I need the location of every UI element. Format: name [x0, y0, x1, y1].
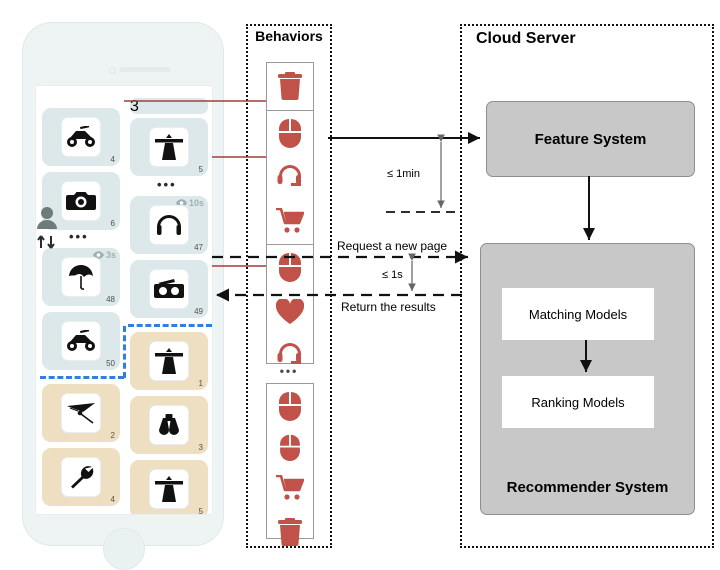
tile-number: 48 — [106, 295, 115, 304]
tile-number: 3 — [198, 443, 203, 452]
feed-ellipsis-right: ••• — [157, 177, 177, 192]
tile-number: 4 — [110, 155, 115, 164]
radio-icon — [149, 269, 189, 309]
feature-system-block[interactable]: Feature System — [486, 101, 695, 177]
feed-tile-quadbike-50[interactable]: 50 — [42, 312, 120, 370]
headset-icon — [267, 155, 313, 199]
feed-tile-lighthouse-1[interactable]: 1 — [130, 332, 208, 390]
feed-tile-wrench-4[interactable]: 4 — [42, 448, 120, 506]
camera-icon — [61, 181, 101, 221]
matching-models-block[interactable]: Matching Models — [502, 288, 654, 340]
tile-number: 6 — [110, 219, 115, 228]
behavior-group-2[interactable] — [266, 110, 314, 246]
feed-tile-radio-49[interactable]: 49 — [130, 260, 208, 318]
response-label: Return the results — [341, 300, 436, 314]
phone-mockup: 3 4 6 ••• 3s 48 50 2 4 5 ••• 10s 47 49 1… — [22, 22, 224, 570]
lighthouse-icon — [149, 127, 189, 167]
quad-bike-icon — [61, 117, 101, 157]
request-label: Request a new page — [337, 239, 448, 253]
tile-number: 5 — [198, 507, 203, 515]
shopping-cart-icon — [267, 199, 313, 243]
behavior-group-4[interactable] — [266, 383, 314, 546]
phone-screen[interactable]: 3 4 6 ••• 3s 48 50 2 4 5 ••• 10s 47 49 1… — [35, 85, 213, 515]
ranking-models-block[interactable]: Ranking Models — [502, 376, 654, 428]
hang-glider-icon — [61, 393, 101, 433]
feed-tile-partial[interactable]: 3 — [130, 98, 208, 115]
tile-number: 1 — [198, 379, 203, 388]
lighthouse-icon — [149, 469, 189, 509]
page-separator-vertical — [123, 326, 126, 378]
page-separator-left — [40, 376, 124, 379]
mouse-click-icon — [267, 245, 313, 289]
feed-tile-lighthouse-5[interactable]: 5 — [130, 118, 208, 176]
tile-number: 2 — [110, 431, 115, 440]
umbrella-icon — [61, 257, 101, 297]
cloud-server-title: Cloud Server — [476, 30, 576, 47]
heart-icon — [267, 289, 313, 333]
view-duration-text: 10s — [188, 198, 204, 208]
tile-number: 49 — [194, 307, 203, 316]
tile-number: 47 — [194, 243, 203, 252]
headphones-icon — [149, 205, 189, 245]
behavior-group-1[interactable] — [266, 62, 314, 112]
tile-number: 5 — [198, 165, 203, 174]
recommender-system-block[interactable]: Matching Models Ranking Models Recommend… — [480, 243, 695, 515]
mouse-click-icon — [267, 111, 313, 155]
behaviors-ellipsis: ••• — [279, 364, 299, 378]
user-scroll-icon — [34, 205, 60, 257]
recommender-system-label: Recommender System — [506, 479, 669, 496]
behaviors-panel-title: Behaviors — [255, 28, 323, 44]
feed-tile-lighthouse-5b[interactable]: 5 — [130, 460, 208, 515]
feed-tile-hangglider-2[interactable]: 2 — [42, 384, 120, 442]
tile-number: 50 — [106, 359, 115, 368]
feed-tile-headphones-47[interactable]: 10s 47 — [130, 196, 208, 254]
page-separator-right — [128, 324, 212, 327]
wrench-icon — [61, 457, 101, 497]
feed-ellipsis-left: ••• — [69, 229, 89, 244]
feed-tile-quadbike-4[interactable]: 4 — [42, 108, 120, 166]
shopping-cart-icon — [267, 466, 313, 510]
phone-camera-icon — [109, 67, 116, 74]
behavior-group-3[interactable] — [266, 244, 314, 364]
latency-1min-label: ≤ 1min — [387, 168, 420, 180]
feed-tile-binoculars-3[interactable]: 3 — [130, 396, 208, 454]
view-duration-text: 3s — [105, 250, 116, 260]
tile-number: 4 — [110, 495, 115, 504]
latency-1s-label: ≤ 1s — [382, 269, 403, 281]
lighthouse-icon — [149, 341, 189, 381]
trash-icon — [267, 63, 313, 109]
phone-speaker — [119, 67, 171, 72]
mouse-click-icon — [267, 428, 313, 466]
quad-bike-icon — [61, 321, 101, 361]
trash-icon — [267, 510, 313, 554]
tile-number: 3 — [130, 98, 139, 115]
binoculars-icon — [149, 405, 189, 445]
mouse-click-icon — [267, 384, 313, 428]
